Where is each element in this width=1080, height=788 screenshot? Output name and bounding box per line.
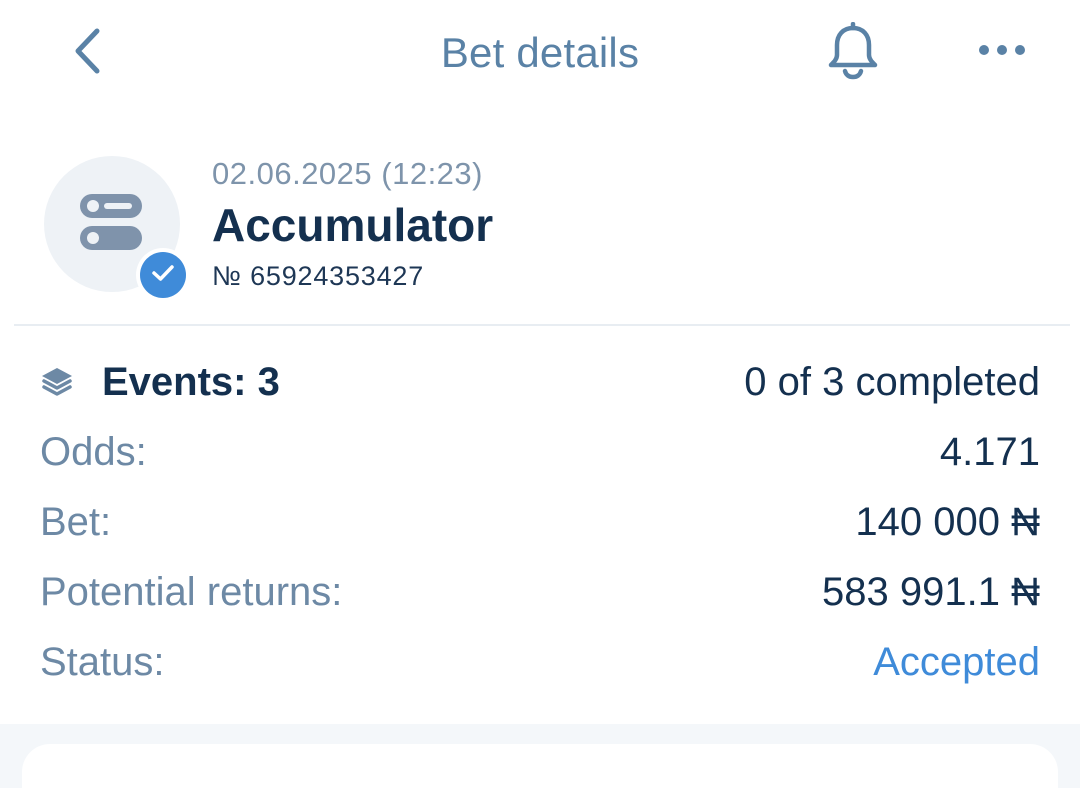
more-horizontal-icon bbox=[978, 43, 1026, 61]
top-bar: Bet details bbox=[0, 0, 1080, 110]
status-row: Status: Accepted bbox=[40, 632, 1040, 692]
events-progress: 0 of 3 completed bbox=[744, 359, 1040, 404]
potential-returns-value: 583 991.1 ₦ bbox=[822, 569, 1040, 614]
status-label: Status: bbox=[40, 639, 165, 684]
bet-number: № 65924353427 bbox=[212, 261, 425, 291]
events-card[interactable] bbox=[22, 744, 1058, 788]
status-value: Accepted bbox=[873, 639, 1040, 684]
accepted-badge bbox=[136, 248, 190, 302]
bet-type-title: Accumulator bbox=[212, 199, 494, 251]
layers-icon bbox=[40, 366, 74, 398]
bet-value: 140 000 ₦ bbox=[855, 499, 1040, 544]
odds-row: Odds: 4.171 bbox=[40, 422, 1040, 482]
notifications-button[interactable] bbox=[820, 20, 886, 86]
page-title: Bet details bbox=[440, 29, 640, 76]
more-options-button[interactable] bbox=[966, 24, 1038, 80]
bet-row: Bet: 140 000 ₦ bbox=[40, 492, 1040, 552]
odds-value: 4.171 bbox=[939, 429, 1040, 474]
potential-returns-row: Potential returns: 583 991.1 ₦ bbox=[40, 562, 1040, 622]
divider bbox=[14, 324, 1070, 326]
bet-summary: 02.06.2025 (12:23) Accumulator № 6592435… bbox=[0, 140, 1080, 325]
odds-label: Odds: bbox=[40, 429, 147, 474]
potential-returns-label: Potential returns: bbox=[40, 569, 343, 614]
events-label: Events: 3 bbox=[102, 359, 280, 404]
bet-date: 02.06.2025 (12:23) bbox=[212, 156, 483, 191]
bell-icon bbox=[825, 21, 881, 85]
events-row[interactable]: Events: 3 0 of 3 completed bbox=[40, 352, 1040, 412]
check-icon bbox=[151, 263, 175, 288]
bet-label: Bet: bbox=[40, 499, 112, 544]
bet-details-screen: Bet details 02.06.2025 (12:23) Accumulat… bbox=[0, 0, 1080, 788]
